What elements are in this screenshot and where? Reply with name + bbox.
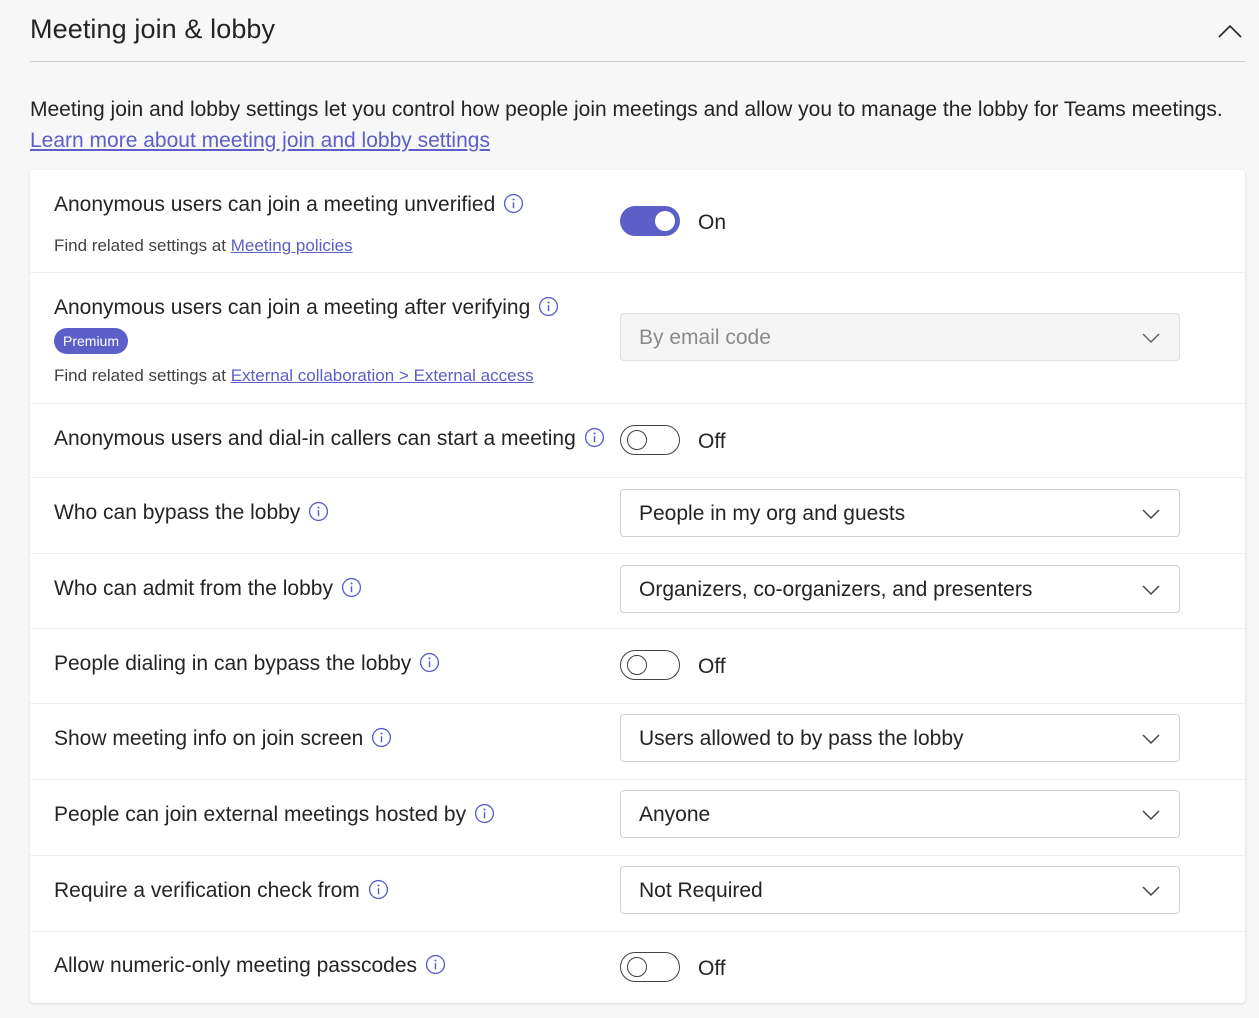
info-icon[interactable]	[503, 193, 524, 214]
chevron-down-icon	[1142, 509, 1160, 520]
setting-row-bypass-lobby: Who can bypass the lobby People in my or…	[30, 477, 1245, 554]
toggle-state-text: Off	[698, 957, 726, 980]
toggle-knob	[627, 956, 647, 977]
setting-row-meeting-info: Show meeting info on join screen Users a…	[30, 703, 1245, 780]
dropdown-value: Not Required	[639, 879, 763, 902]
anonymous-start-toggle[interactable]	[620, 425, 680, 455]
section-title: Meeting join & lobby	[30, 14, 276, 44]
chevron-down-icon	[1142, 585, 1160, 596]
bypass-lobby-dropdown[interactable]: People in my org and guests	[620, 489, 1180, 537]
related-settings: Find related settings at Meeting policie…	[54, 236, 353, 256]
setting-label: Anonymous users and dial-in callers can …	[54, 427, 605, 451]
info-icon[interactable]	[308, 501, 329, 522]
toggle-knob	[655, 211, 675, 231]
premium-badge: Premium	[54, 328, 129, 354]
setting-label: Allow numeric-only meeting passcodes	[54, 954, 446, 978]
numeric-passcodes-toggle[interactable]	[620, 952, 680, 982]
setting-row-numeric-passcodes: Allow numeric-only meeting passcodes Off	[30, 931, 1245, 1003]
dropdown-value: People in my org and guests	[639, 502, 906, 525]
setting-label-text: Who can bypass the lobby	[54, 501, 301, 524]
setting-label-text: People dialing in can bypass the lobby	[54, 652, 412, 675]
info-icon[interactable]	[341, 577, 362, 598]
toggle-state-text: Off	[698, 430, 726, 453]
dropdown-value: Users allowed to by pass the lobby	[639, 727, 964, 750]
toggle-state-text: Off	[698, 655, 726, 678]
section-header: Meeting join & lobby	[30, 0, 1245, 62]
admit-lobby-dropdown[interactable]: Organizers, co-organizers, and presenter…	[620, 565, 1180, 613]
collapse-button[interactable]	[1215, 18, 1245, 44]
anonymous-verifying-dropdown: By email code	[620, 313, 1180, 361]
setting-label-text: Show meeting info on join screen	[54, 727, 364, 750]
toggle-state-text: On	[698, 211, 727, 234]
setting-row-anonymous-unverified: Anonymous users can join a meeting unver…	[30, 170, 1245, 273]
setting-label: Show meeting info on join screen	[54, 727, 392, 751]
meeting-info-dropdown[interactable]: Users allowed to by pass the lobby	[620, 714, 1180, 762]
setting-label: Anonymous users can join a meeting unver…	[54, 193, 524, 217]
setting-label-text: Anonymous users can join a meeting after…	[54, 296, 531, 319]
toggle-knob	[627, 654, 647, 675]
setting-label: Require a verification check from	[54, 879, 389, 903]
setting-label: People dialing in can bypass the lobby	[54, 652, 440, 676]
related-prefix: Find related settings at	[54, 236, 231, 255]
description-text: Meeting join and lobby settings let you …	[30, 98, 1223, 121]
related-settings: Find related settings at External collab…	[54, 366, 534, 386]
info-icon[interactable]	[419, 652, 440, 673]
setting-row-anonymous-verifying: Anonymous users can join a meeting after…	[30, 272, 1245, 404]
external-meetings-dropdown[interactable]: Anyone	[620, 790, 1180, 838]
dropdown-value: Anyone	[639, 803, 711, 826]
anonymous-unverified-toggle[interactable]	[620, 206, 680, 236]
dialin-bypass-toggle[interactable]	[620, 650, 680, 680]
setting-label-text: Anonymous users and dial-in callers can …	[54, 427, 576, 450]
setting-row-external-meetings: People can join external meetings hosted…	[30, 779, 1245, 856]
info-icon[interactable]	[368, 879, 389, 900]
setting-label-text: Who can admit from the lobby	[54, 577, 333, 600]
setting-label-text: Require a verification check from	[54, 879, 360, 902]
setting-label: Who can admit from the lobby	[54, 577, 362, 601]
info-icon[interactable]	[538, 296, 559, 317]
setting-label-text: Anonymous users can join a meeting unver…	[54, 193, 496, 216]
chevron-down-icon	[1142, 886, 1160, 897]
setting-row-dialin-bypass: People dialing in can bypass the lobby O…	[30, 628, 1245, 704]
external-access-link[interactable]: External collaboration > External access	[231, 366, 534, 385]
setting-row-verification-check: Require a verification check from Not Re…	[30, 855, 1245, 932]
dropdown-value: By email code	[639, 326, 771, 349]
dropdown-value: Organizers, co-organizers, and presenter…	[639, 578, 1033, 601]
settings-card: Anonymous users can join a meeting unver…	[30, 170, 1245, 1003]
setting-label: People can join external meetings hosted…	[54, 803, 495, 827]
info-icon[interactable]	[584, 427, 605, 448]
section-description: Meeting join and lobby settings let you …	[30, 94, 1245, 156]
learn-more-link[interactable]: Learn more about meeting join and lobby …	[30, 129, 490, 152]
info-icon[interactable]	[371, 727, 392, 748]
setting-label-text: People can join external meetings hosted…	[54, 803, 467, 826]
setting-row-anonymous-start: Anonymous users and dial-in callers can …	[30, 403, 1245, 478]
chevron-down-icon	[1142, 810, 1160, 821]
verification-check-dropdown[interactable]: Not Required	[620, 866, 1180, 914]
chevron-down-icon	[1142, 734, 1160, 745]
chevron-down-icon	[1142, 333, 1160, 344]
setting-row-admit-lobby: Who can admit from the lobby Organizers,…	[30, 553, 1245, 629]
setting-label: Who can bypass the lobby	[54, 501, 329, 525]
info-icon[interactable]	[425, 954, 446, 975]
toggle-knob	[627, 429, 647, 450]
setting-label-text: Allow numeric-only meeting passcodes	[54, 954, 417, 977]
chevron-up-icon	[1218, 24, 1242, 38]
setting-label: Anonymous users can join a meeting after…	[54, 296, 559, 320]
related-prefix: Find related settings at	[54, 366, 231, 385]
info-icon[interactable]	[474, 803, 495, 824]
meeting-policies-link[interactable]: Meeting policies	[231, 236, 353, 255]
